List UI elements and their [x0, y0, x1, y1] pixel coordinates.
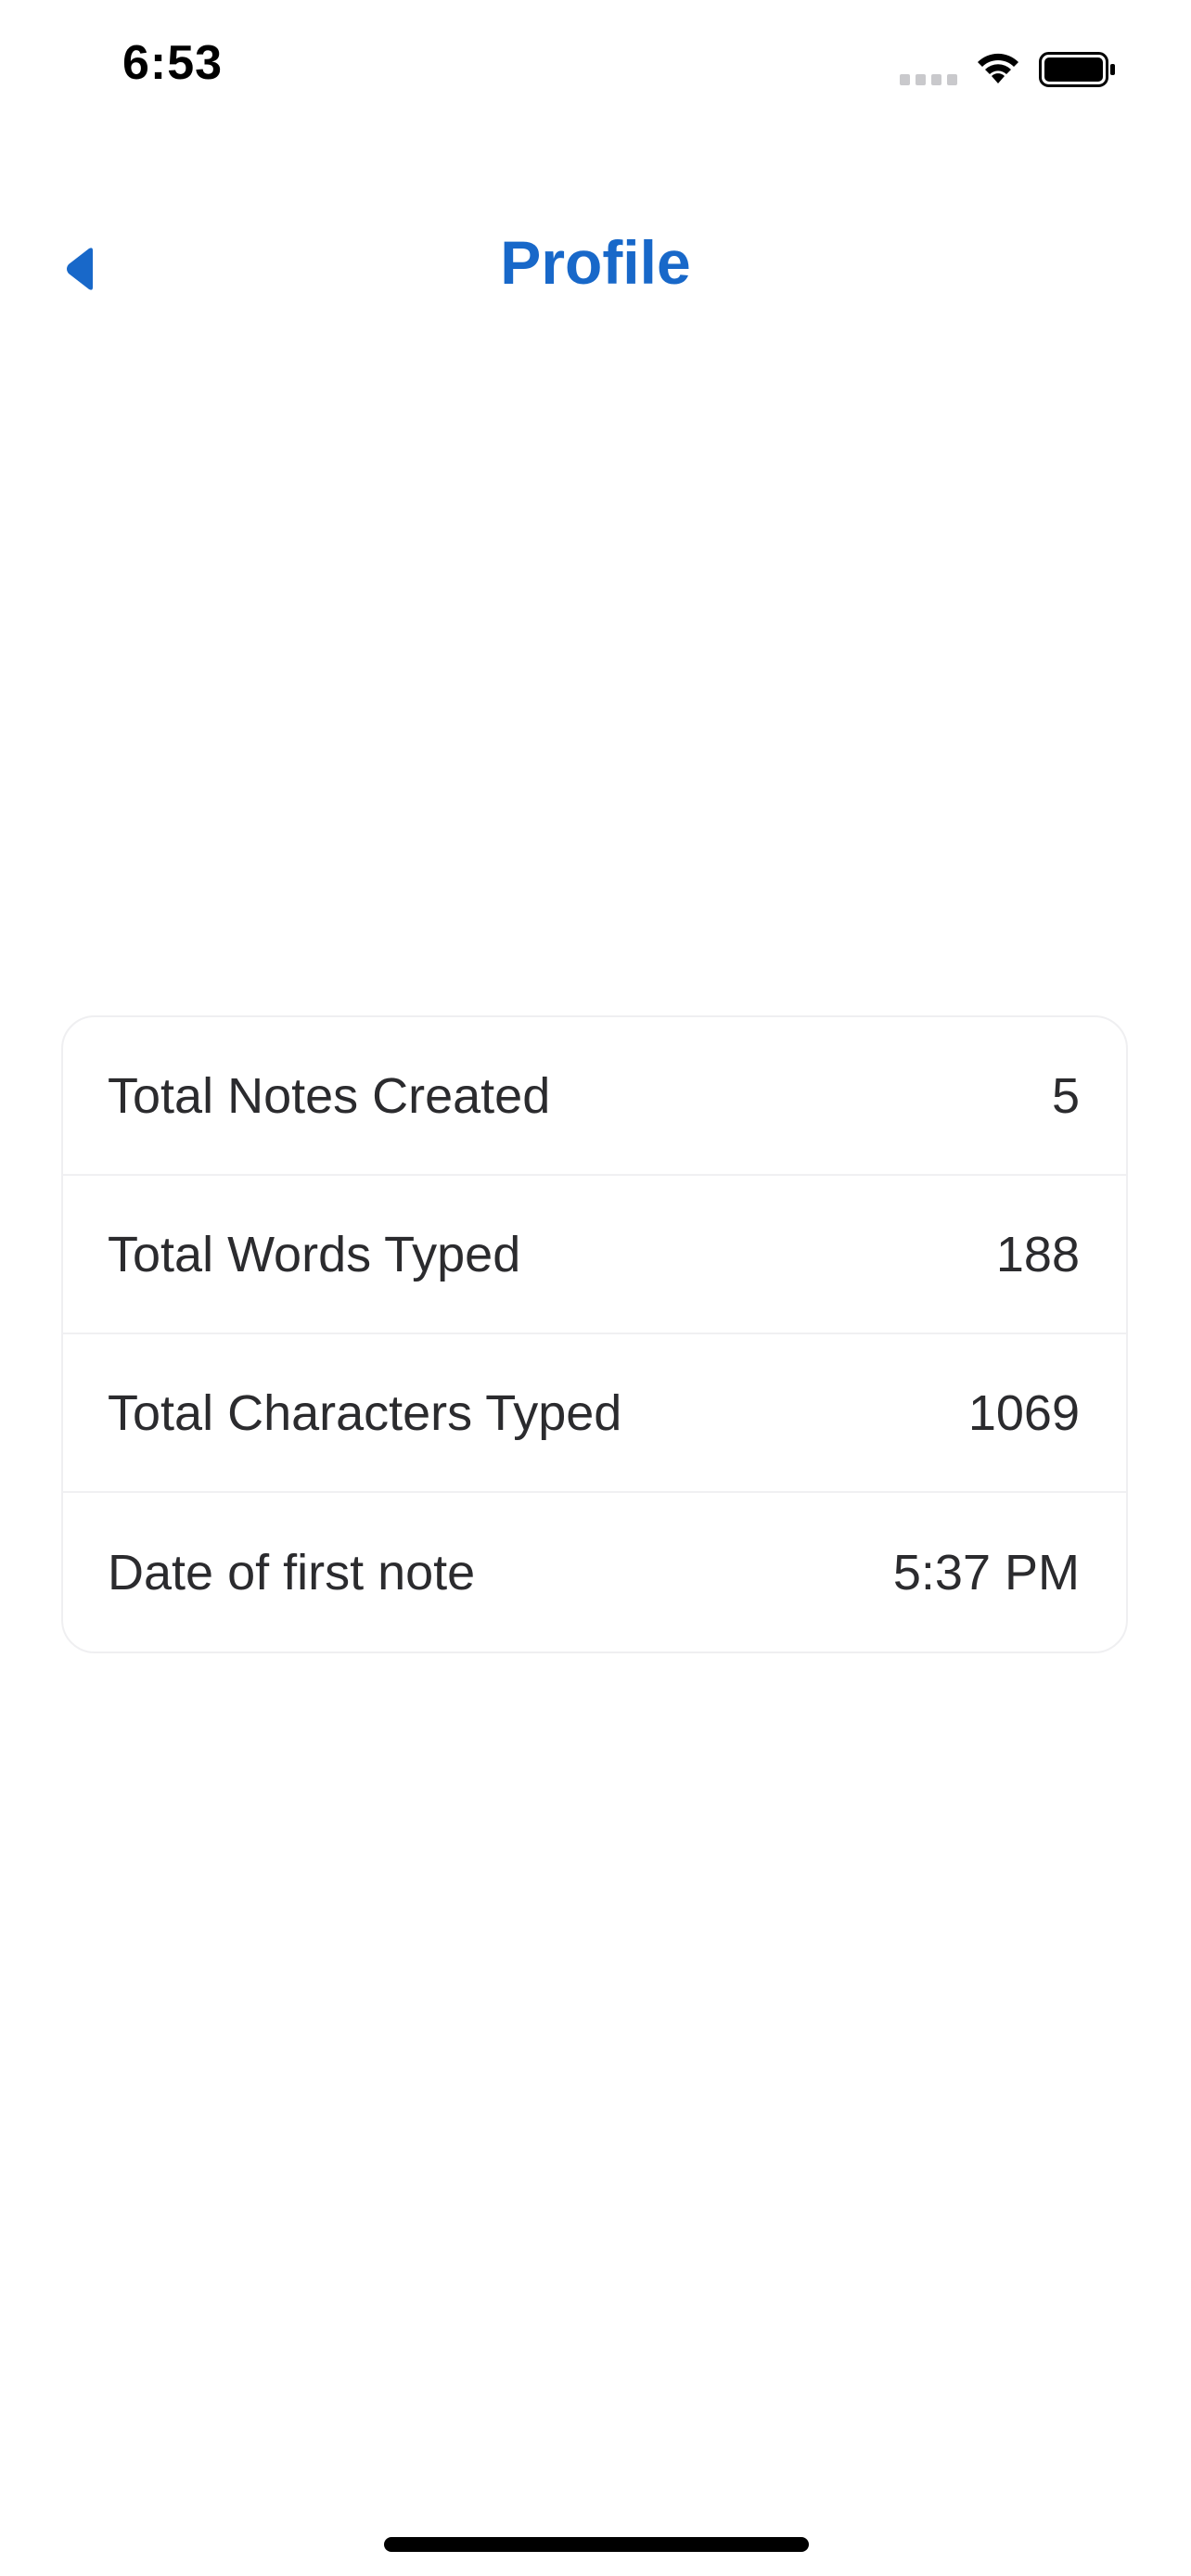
stats-card: Total Notes Created 5 Total Words Typed … [61, 1015, 1128, 1653]
stat-label: Total Words Typed [108, 1226, 521, 1282]
status-bar: 6:53 [0, 0, 1191, 139]
stat-label: Total Characters Typed [108, 1384, 622, 1441]
battery-icon [1039, 52, 1115, 87]
status-time: 6:53 [122, 36, 224, 90]
stat-label: Total Notes Created [108, 1067, 551, 1124]
page-title: Profile [500, 228, 691, 297]
stat-row-total-words: Total Words Typed 188 [63, 1176, 1126, 1334]
stat-row-total-notes: Total Notes Created 5 [63, 1017, 1126, 1176]
stat-value: 5 [1051, 1067, 1080, 1124]
cellular-signal-icon [900, 72, 959, 85]
wifi-icon [978, 53, 1018, 83]
stat-value: 1069 [967, 1384, 1080, 1441]
stat-value: 188 [995, 1226, 1080, 1282]
stat-row-first-note-date: Date of first note 5:37 PM [63, 1493, 1126, 1651]
stat-label: Date of first note [108, 1544, 476, 1600]
stat-value: 5:37 PM [892, 1544, 1080, 1600]
home-indicator[interactable] [384, 2537, 809, 2552]
navigation-bar: Profile [0, 195, 1191, 334]
stat-row-total-characters: Total Characters Typed 1069 [63, 1334, 1126, 1493]
